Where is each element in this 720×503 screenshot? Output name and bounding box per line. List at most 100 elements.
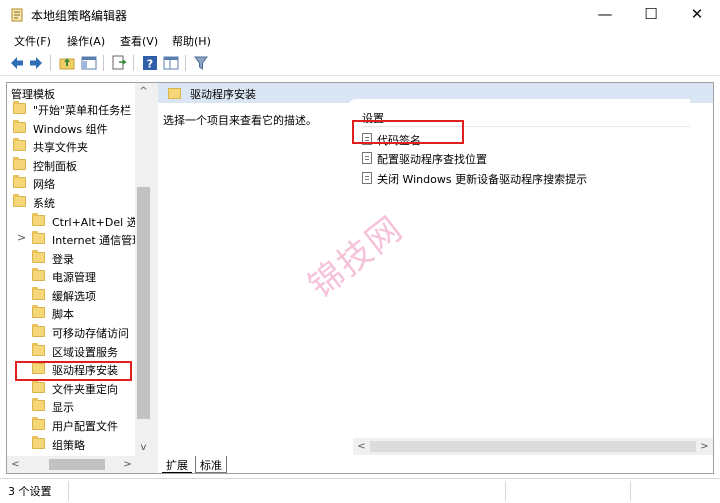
tree-item-label: 缓解选项 <box>52 290 96 303</box>
tree-item-ctrl-alt-del[interactable]: Ctrl+Alt+Del 选项 <box>7 212 149 230</box>
toolbar-separator <box>50 55 51 71</box>
gpedit-app-icon <box>11 8 23 22</box>
forward-arrow-icon[interactable] <box>27 54 45 72</box>
status-divider <box>630 481 631 501</box>
toolbar-separator <box>185 55 186 71</box>
folder-icon <box>13 157 26 170</box>
scroll-thumb[interactable] <box>137 187 150 419</box>
folder-icon <box>13 194 26 207</box>
tree-item-removable-storage[interactable]: 可移动存储访问 <box>7 323 147 341</box>
folder-icon <box>32 231 45 244</box>
scroll-right-arrow-icon[interactable]: > <box>696 438 713 455</box>
details-header-title: 驱动程序安装 <box>190 88 256 101</box>
setting-label: 关闭 Windows 更新设备驱动程序搜索提示 <box>377 173 588 186</box>
menu-view[interactable]: 查看(V) <box>120 33 158 49</box>
tree-item-scripts[interactable]: 脚本 <box>7 304 147 322</box>
tree-horizontal-scrollbar[interactable]: < > <box>7 456 152 473</box>
scroll-down-arrow-icon[interactable]: v <box>135 439 152 456</box>
scroll-left-arrow-icon[interactable]: < <box>7 456 24 473</box>
filter-icon[interactable] <box>192 54 210 72</box>
folder-icon <box>32 398 45 411</box>
tab-expanded[interactable]: 扩展 <box>162 456 192 473</box>
status-bar: 3 个设置 <box>0 478 720 503</box>
tree-item-label: 文件夹重定向 <box>52 383 118 396</box>
tree-item-label: 控制面板 <box>33 160 77 173</box>
tree-item-logon[interactable]: 登录 <box>7 249 147 267</box>
tree-item-label: "开始"菜单和任务栏 <box>33 104 132 117</box>
back-arrow-icon[interactable] <box>8 54 26 72</box>
folder-icon <box>32 324 45 337</box>
tree-item-folder-redirection[interactable]: 文件夹重定向 <box>7 379 147 397</box>
folder-icon <box>32 343 45 356</box>
tree-item-group-policy[interactable]: 组策略 <box>7 435 147 453</box>
tree-item-label: 组策略 <box>52 439 85 452</box>
highlight-box-tree-selection <box>15 361 132 381</box>
folder-icon <box>13 175 26 188</box>
folder-icon <box>13 120 26 133</box>
folder-icon <box>13 101 26 114</box>
scroll-thumb[interactable] <box>49 459 105 470</box>
tree-item-shared-folders[interactable]: 共享文件夹 <box>7 137 147 155</box>
description-text: 选择一个项目来查看它的描述。 <box>163 114 317 127</box>
tab-standard[interactable]: 标准 <box>195 456 227 473</box>
expand-chevron-icon[interactable]: > <box>17 231 26 244</box>
tree-item-network[interactable]: 网络 <box>7 174 147 192</box>
setting-label: 配置驱动程序查找位置 <box>377 153 487 166</box>
folder-icon <box>32 268 45 281</box>
tree-item-label: 登录 <box>52 253 74 266</box>
highlight-box-code-signing <box>352 120 464 144</box>
tree-item-label: 可移动存储访问 <box>52 327 129 340</box>
folder-icon <box>32 287 45 300</box>
status-text: 3 个设置 <box>8 485 52 498</box>
help-icon[interactable]: ? <box>141 54 159 72</box>
maximize-button[interactable]: ☐ <box>628 0 674 30</box>
folder-icon <box>32 213 45 226</box>
tree-item-power-mgmt[interactable]: 电源管理 <box>7 267 147 285</box>
policy-setting-icon <box>362 172 372 184</box>
tree-item-label: Internet 通信管理 <box>52 234 144 247</box>
scroll-right-arrow-icon[interactable]: > <box>119 456 136 473</box>
toolbar: ? <box>0 50 720 76</box>
menu-action[interactable]: 操作(A) <box>67 33 105 49</box>
menu-file[interactable]: 文件(F) <box>14 33 51 49</box>
folder-icon <box>32 436 45 449</box>
policy-setting-icon <box>362 152 372 164</box>
tree-item-control-panel[interactable]: 控制面板 <box>7 156 147 174</box>
view-tabs: 扩展 标准 <box>158 455 713 473</box>
tree-item-label: 显示 <box>52 401 74 414</box>
tree-item-label: 系统 <box>33 197 55 210</box>
tree-item-display[interactable]: 显示 <box>7 397 147 415</box>
show-hide-tree-icon[interactable] <box>80 54 98 72</box>
setting-turn-off-wu-driver-prompt[interactable]: 关闭 Windows 更新设备驱动程序搜索提示 <box>362 169 682 187</box>
setting-driver-search-location[interactable]: 配置驱动程序查找位置 <box>362 149 682 167</box>
up-folder-icon[interactable] <box>58 54 76 72</box>
status-divider <box>505 481 506 501</box>
folder-icon <box>32 250 45 263</box>
tree-item-label: 用户配置文件 <box>52 420 118 433</box>
tree-vertical-scrollbar[interactable]: ^ v <box>135 83 152 456</box>
scroll-left-arrow-icon[interactable]: < <box>353 438 370 455</box>
tree-item-label: Windows 组件 <box>33 123 108 136</box>
close-button[interactable]: ✕ <box>674 0 720 30</box>
folder-icon <box>168 88 181 99</box>
menu-bar: 文件(F) 操作(A) 查看(V) 帮助(H) <box>0 30 720 50</box>
export-list-icon[interactable] <box>110 54 128 72</box>
tree-item-internet-comm[interactable]: > Internet 通信管理 <box>7 230 147 248</box>
tree-item-user-profiles[interactable]: 用户配置文件 <box>7 416 147 434</box>
tree-pane: 管理模板 "开始"菜单和任务栏 Windows 组件 共享文件夹 控制面板 网络… <box>7 83 152 456</box>
menu-help[interactable]: 帮助(H) <box>172 33 211 49</box>
extended-view-icon[interactable] <box>162 54 180 72</box>
minimize-button[interactable]: — <box>582 0 628 30</box>
tree-item-mitigation[interactable]: 缓解选项 <box>7 286 147 304</box>
tree-item-label: 网络 <box>33 178 55 191</box>
tree-item-system[interactable]: 系统 <box>7 193 147 211</box>
details-horizontal-scrollbar[interactable]: < > <box>353 438 713 455</box>
folder-icon <box>32 380 45 393</box>
tree-item-locale-services[interactable]: 区域设置服务 <box>7 342 147 360</box>
tree-item-windows-components[interactable]: Windows 组件 <box>7 119 147 137</box>
tree-item-start-menu[interactable]: "开始"菜单和任务栏 <box>7 100 147 118</box>
scroll-thumb[interactable] <box>370 441 696 452</box>
tree-item-label: 脚本 <box>52 308 74 321</box>
scroll-up-arrow-icon[interactable]: ^ <box>135 83 152 100</box>
window-title: 本地组策略编辑器 <box>31 9 128 23</box>
